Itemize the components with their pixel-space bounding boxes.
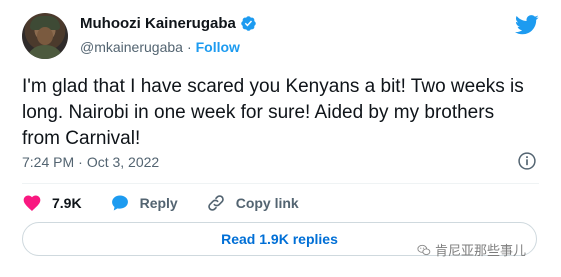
- avatar-shirt: [26, 45, 64, 59]
- watermark: 肯尼亚那些事儿: [417, 240, 526, 259]
- tweet-date: Oct 3, 2022: [86, 154, 160, 170]
- read-replies-label: Read 1.9K replies: [221, 231, 338, 247]
- heart-icon: [23, 195, 41, 211]
- tweet-actions: 7.9K Reply Copy link: [22, 193, 327, 213]
- watermark-text: 肯尼亚那些事儿: [435, 244, 527, 259]
- author-handle-row: @mkainerugaba · Follow: [80, 39, 240, 55]
- twitter-bird-icon[interactable]: [515, 15, 539, 35]
- tweet-card: Muhoozi Kainerugaba @mkainerugaba · Foll…: [0, 0, 561, 277]
- tweet-text: I'm glad that I have scared you Kenyans …: [22, 76, 524, 149]
- copy-link-button[interactable]: Copy link: [206, 193, 299, 213]
- like-button[interactable]: 7.9K: [22, 193, 82, 213]
- timestamp-separator: ·: [78, 154, 83, 170]
- reply-label: Reply: [139, 195, 178, 211]
- link-icon: [207, 195, 224, 211]
- copy-link-label: Copy link: [235, 195, 299, 211]
- tweet-timestamp[interactable]: 7:24 PM · Oct 3, 2022: [22, 154, 159, 170]
- avatar-face: [37, 27, 53, 45]
- divider: [22, 183, 539, 184]
- avatar[interactable]: [22, 13, 68, 59]
- reply-icon: [111, 195, 128, 211]
- author-display-name[interactable]: Muhoozi Kainerugaba: [80, 15, 236, 32]
- tweet-time: 7:24 PM: [22, 154, 75, 170]
- author-name-row: Muhoozi Kainerugaba: [80, 15, 257, 32]
- handle-separator: ·: [186, 39, 192, 55]
- reply-button[interactable]: Reply: [110, 193, 178, 213]
- info-icon[interactable]: [517, 151, 537, 171]
- follow-button[interactable]: Follow: [196, 39, 240, 55]
- wechat-icon: [417, 244, 431, 255]
- author-handle[interactable]: @mkainerugaba: [80, 39, 183, 55]
- verified-badge-icon: [241, 16, 256, 31]
- like-count: 7.9K: [52, 195, 82, 211]
